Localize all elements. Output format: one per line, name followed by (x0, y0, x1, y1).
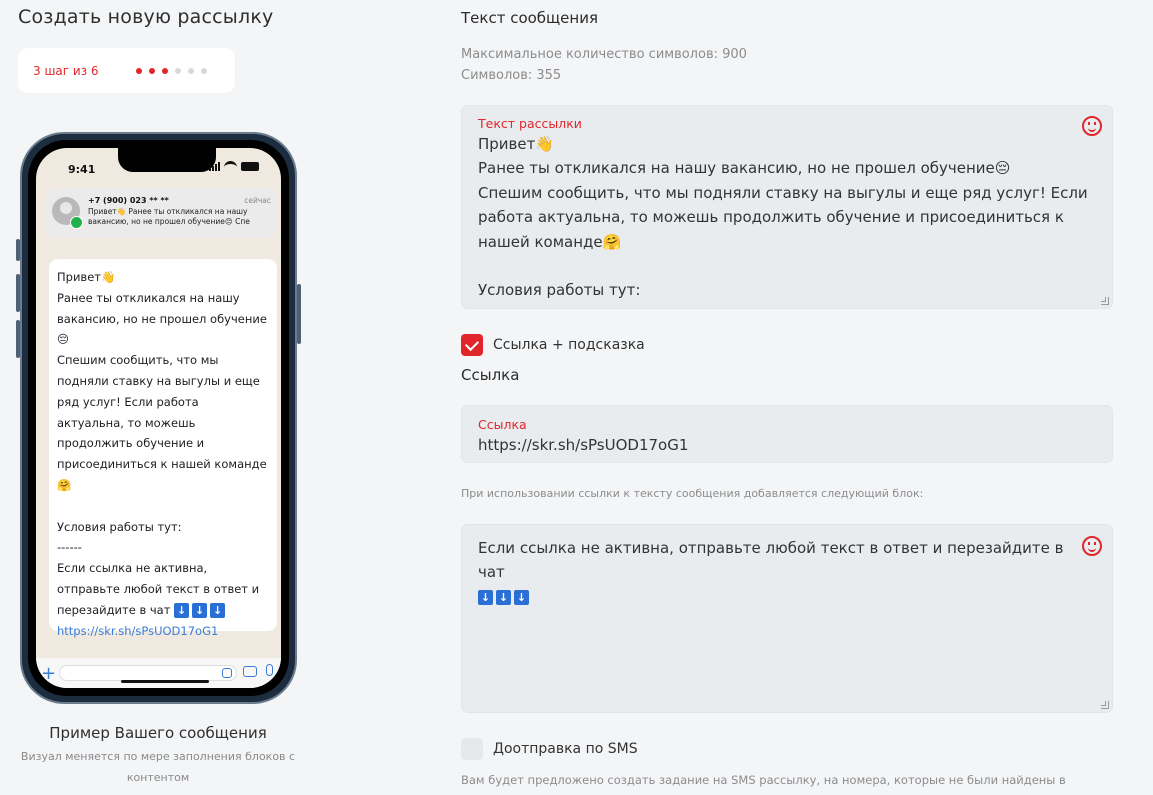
step-dot (162, 68, 168, 74)
bubble-link[interactable]: https://skr.sh/sPsUOD17oG1 (57, 621, 269, 642)
preview-column: Создать новую рассылку 3 шаг из 6 9:41 +… (16, 0, 301, 795)
arrow-down-icon: ↓ (514, 589, 529, 605)
link-checkbox-label[interactable]: Ссылка + подсказка (493, 337, 645, 353)
battery-icon (241, 161, 259, 171)
notification-banner: +7 (900) 023 ** ** сейчас Привет👋 Ранее … (46, 188, 277, 238)
arrow-down-icon: ↓ (174, 602, 190, 618)
example-title: Пример Вашего сообщения (49, 724, 267, 742)
link-checkbox[interactable] (461, 334, 483, 356)
phone-mockup: 9:41 +7 (900) 023 ** ** сейчас Привет👋 Р… (16, 132, 301, 704)
phone-side-button (16, 239, 20, 261)
signal-icon (209, 161, 220, 171)
resize-handle-icon[interactable] (1101, 701, 1109, 709)
sms-checkbox[interactable] (461, 738, 483, 760)
status-icons (209, 161, 259, 171)
step-dot (201, 68, 207, 74)
emoji-icon[interactable] (1082, 536, 1102, 556)
message-bubble: Привет👋 Ранее ты откликался на нашу вака… (49, 259, 277, 638)
plus-icon[interactable]: + (41, 663, 56, 684)
stepper-dots (136, 68, 207, 74)
stepper-label: 3 шаг из 6 (33, 64, 99, 78)
message-field-label: Текст рассылки (478, 116, 582, 131)
step-dot (175, 68, 181, 74)
char-info: Максимальное количество символов: 900 Си… (461, 44, 747, 86)
status-time: 9:41 (68, 163, 96, 176)
whatsapp-icon (70, 216, 83, 229)
link-hint: При использовании ссылки к тексту сообще… (461, 487, 924, 500)
wifi-icon (224, 161, 237, 171)
notification-sender: +7 (900) 023 ** ** (88, 196, 169, 205)
arrows-emoji: ↓ ↓ ↓ (478, 589, 529, 605)
example-subtitle: Визуал меняется по мере заполнения блоко… (20, 750, 296, 784)
message-textarea[interactable]: Текст рассылки Привет👋 Ранее ты откликал… (461, 105, 1113, 309)
phone-side-button (16, 320, 20, 358)
bubble-body: Привет👋 Ранее ты откликался на нашу вака… (57, 270, 267, 617)
home-indicator (121, 680, 209, 683)
link-section-title: Ссылка (461, 366, 520, 384)
link-block-text[interactable]: Если ссылка не активна, отправьте любой … (478, 536, 1088, 609)
step-dot (136, 68, 142, 74)
step-dot (188, 68, 194, 74)
link-checkbox-row[interactable]: Ссылка + подсказка (461, 334, 645, 356)
chars-count-text: Символов: 355 (461, 68, 562, 83)
sms-checkbox-label[interactable]: Доотправка по SMS (493, 741, 638, 757)
camera-icon[interactable] (243, 666, 257, 677)
resize-handle-icon[interactable] (1101, 297, 1109, 305)
chat-input[interactable] (59, 665, 237, 681)
form-column: Текст сообщения Максимальное количество … (461, 0, 1113, 795)
phone-side-button (16, 274, 20, 312)
link-field-value[interactable]: https://skr.sh/sPsUOD17oG1 (478, 433, 688, 457)
max-chars-text: Максимальное количество символов: 900 (461, 47, 747, 62)
bubble-text: Привет👋 Ранее ты откликался на нашу вака… (57, 267, 269, 621)
arrow-down-icon: ↓ (210, 602, 226, 618)
microphone-icon[interactable] (266, 664, 273, 676)
sms-checkbox-row[interactable]: Доотправка по SMS (461, 738, 638, 760)
arrow-down-icon: ↓ (478, 589, 493, 605)
chat-input-bar: + (36, 658, 281, 688)
notification-time: сейчас (244, 196, 271, 205)
link-field-label: Ссылка (478, 417, 527, 432)
phone-side-button (297, 284, 301, 344)
emoji-icon[interactable] (1082, 116, 1102, 136)
phone-screen: 9:41 +7 (900) 023 ** ** сейчас Привет👋 Р… (36, 148, 281, 688)
arrows-emoji: ↓ ↓ ↓ (174, 602, 226, 618)
notification-preview: Привет👋 Ранее ты откликался на нашу вака… (88, 207, 250, 226)
sms-hint: Вам будет предложено создать задание на … (461, 773, 1066, 787)
arrow-down-icon: ↓ (496, 589, 511, 605)
phone-notch (118, 148, 216, 172)
sticker-icon[interactable] (222, 668, 232, 678)
arrow-down-icon: ↓ (192, 602, 208, 618)
page-title: Создать новую рассылку (18, 6, 274, 28)
phone-bezel: 9:41 +7 (900) 023 ** ** сейчас Привет👋 Р… (28, 140, 289, 696)
link-block-textarea[interactable]: Если ссылка не активна, отправьте любой … (461, 524, 1113, 713)
message-section-title: Текст сообщения (461, 9, 598, 27)
message-field-value[interactable]: Привет👋 Ранее ты откликался на нашу вака… (478, 132, 1103, 303)
link-input[interactable]: Ссылка https://skr.sh/sPsUOD17oG1 (461, 405, 1113, 463)
stepper-card: 3 шаг из 6 (18, 48, 235, 93)
link-block-body: Если ссылка не активна, отправьте любой … (478, 539, 1064, 582)
step-dot (149, 68, 155, 74)
